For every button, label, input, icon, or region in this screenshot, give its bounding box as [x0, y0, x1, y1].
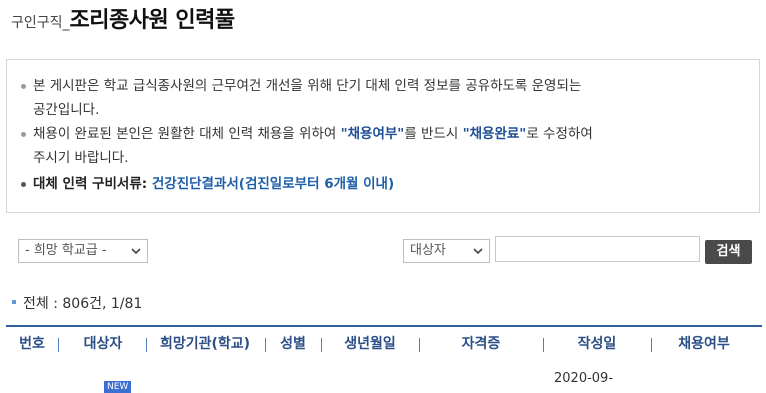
column-divider	[419, 338, 420, 352]
table-header: 번호 대상자 희망기관(학교) 성별 생년월일 자격증 작성일 채용여부	[6, 327, 762, 361]
column-divider	[651, 338, 652, 352]
column-divider	[321, 338, 322, 352]
highlight-text: "채용여부"	[340, 126, 405, 142]
notice-box: 본 게시판은 학교 급식종사원의 근무여건 개선을 위해 단기 대체 인력 정보…	[6, 59, 760, 213]
highlight-text: "채용완료"	[462, 126, 527, 142]
column-divider	[543, 338, 544, 352]
breadcrumb: 구인구직_	[11, 15, 70, 31]
column-header-target: 대상자	[83, 336, 123, 352]
column-divider	[58, 338, 59, 352]
column-divider	[146, 338, 147, 352]
column-header-gender: 성별	[280, 336, 306, 352]
search-button[interactable]: 검색	[705, 240, 752, 264]
school-level-select[interactable]: - 희망 학교급 -	[18, 239, 148, 263]
search-target-select[interactable]: 대상자	[403, 239, 490, 263]
chevron-down-icon	[473, 248, 483, 255]
search-input[interactable]	[495, 236, 700, 262]
required-docs: 대체 인력 구비서류: 건강진단결과서(검진일로부터 6개월 이내)	[21, 172, 745, 196]
notice-item: 채용이 완료된 본인은 원활한 대체 인력 채용을 위하여 "채용여부"를 반드…	[21, 122, 745, 170]
bullet-icon	[21, 182, 26, 187]
square-bullet-icon	[12, 300, 16, 304]
docs-value: 건강진단결과서(검진일로부터 6개월 이내)	[151, 176, 395, 192]
column-header-number: 번호	[19, 336, 45, 352]
created-date: 2020-09-	[554, 371, 614, 386]
column-header-institution: 희망기관(학교)	[159, 336, 251, 352]
notice-item: 본 게시판은 학교 급식종사원의 근무여건 개선을 위해 단기 대체 인력 정보…	[21, 74, 745, 122]
column-divider	[265, 338, 266, 352]
new-badge: NEW	[104, 381, 132, 393]
page-title: 구인구직_조리종사원 인력풀	[11, 2, 235, 34]
column-header-created: 작성일	[577, 336, 617, 352]
chevron-down-icon	[131, 248, 141, 255]
bullet-icon	[21, 132, 26, 137]
column-header-hired: 채용여부	[678, 336, 730, 352]
column-header-birthdate: 생년월일	[344, 336, 396, 352]
table-row[interactable]: NEW 2020-09-	[6, 371, 762, 393]
bullet-icon	[21, 84, 26, 89]
result-count: 전체 : 806건, 1/81	[12, 293, 142, 313]
column-header-license: 자격증	[461, 336, 501, 352]
page-heading: 조리종사원 인력풀	[69, 8, 236, 33]
